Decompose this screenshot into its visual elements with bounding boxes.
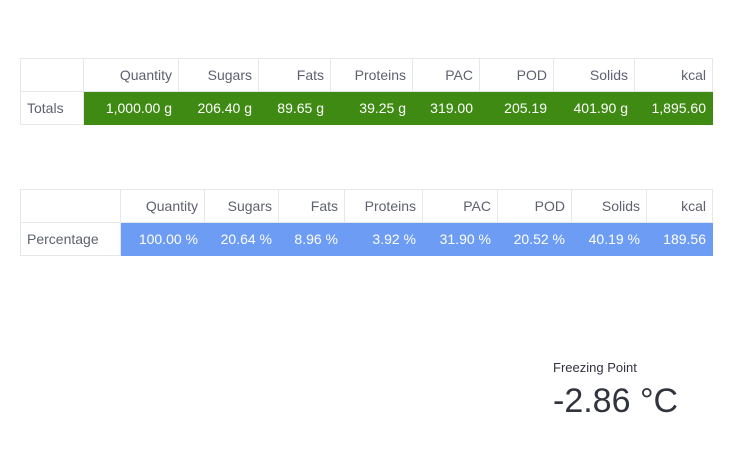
totals-corner-cell <box>20 58 84 92</box>
totals-cell-pod[interactable]: 205.19 <box>479 91 554 125</box>
totals-header-proteins[interactable]: Proteins <box>330 58 413 92</box>
percentage-table: Quantity Sugars Fats Proteins PAC POD So… <box>20 189 713 256</box>
totals-cell-quantity[interactable]: 1,000.00 g <box>83 91 179 125</box>
percentage-header-pac[interactable]: PAC <box>422 189 498 223</box>
totals-cell-kcal[interactable]: 1,895.60 <box>634 91 713 125</box>
percentage-header-pod[interactable]: POD <box>497 189 572 223</box>
metric-value: -2.86 °C <box>553 382 679 420</box>
percentage-header-kcal[interactable]: kcal <box>646 189 713 223</box>
percentage-cell-kcal[interactable]: 189.56 <box>646 222 713 256</box>
percentage-cell-fats[interactable]: 8.96 % <box>278 222 345 256</box>
metric-label: Freezing Point <box>553 360 637 375</box>
totals-header-solids[interactable]: Solids <box>553 58 635 92</box>
percentage-row: Percentage 100.00 % 20.64 % 8.96 % 3.92 … <box>20 222 713 256</box>
percentage-header-fats[interactable]: Fats <box>278 189 345 223</box>
totals-cell-pac[interactable]: 319.00 <box>412 91 480 125</box>
totals-header-row: Quantity Sugars Fats Proteins PAC POD So… <box>20 58 713 92</box>
freezing-point-metric: Freezing Point -2.86 °C <box>553 360 678 421</box>
percentage-header-solids[interactable]: Solids <box>571 189 647 223</box>
percentage-cell-quantity[interactable]: 100.00 % <box>120 222 205 256</box>
percentage-cell-pac[interactable]: 31.90 % <box>422 222 498 256</box>
percentage-cell-solids[interactable]: 40.19 % <box>571 222 647 256</box>
totals-row-label: Totals <box>20 91 84 125</box>
totals-cell-fats[interactable]: 89.65 g <box>258 91 331 125</box>
percentage-cell-proteins[interactable]: 3.92 % <box>344 222 423 256</box>
page: Quantity Sugars Fats Proteins PAC POD So… <box>0 0 735 469</box>
percentage-header-row: Quantity Sugars Fats Proteins PAC POD So… <box>20 189 713 223</box>
totals-cell-solids[interactable]: 401.90 g <box>553 91 635 125</box>
totals-cell-sugars[interactable]: 206.40 g <box>178 91 259 125</box>
totals-header-pac[interactable]: PAC <box>412 58 480 92</box>
totals-header-fats[interactable]: Fats <box>258 58 331 92</box>
percentage-header-quantity[interactable]: Quantity <box>120 189 205 223</box>
totals-cell-proteins[interactable]: 39.25 g <box>330 91 413 125</box>
percentage-header-sugars[interactable]: Sugars <box>204 189 279 223</box>
totals-header-quantity[interactable]: Quantity <box>83 58 179 92</box>
totals-row: Totals 1,000.00 g 206.40 g 89.65 g 39.25… <box>20 91 713 125</box>
totals-header-kcal[interactable]: kcal <box>634 58 713 92</box>
totals-header-pod[interactable]: POD <box>479 58 554 92</box>
totals-header-sugars[interactable]: Sugars <box>178 58 259 92</box>
percentage-row-label: Percentage <box>20 222 121 256</box>
percentage-cell-sugars[interactable]: 20.64 % <box>204 222 279 256</box>
percentage-header-proteins[interactable]: Proteins <box>344 189 423 223</box>
percentage-corner-cell <box>20 189 121 223</box>
totals-table: Quantity Sugars Fats Proteins PAC POD So… <box>20 58 713 125</box>
percentage-cell-pod[interactable]: 20.52 % <box>497 222 572 256</box>
